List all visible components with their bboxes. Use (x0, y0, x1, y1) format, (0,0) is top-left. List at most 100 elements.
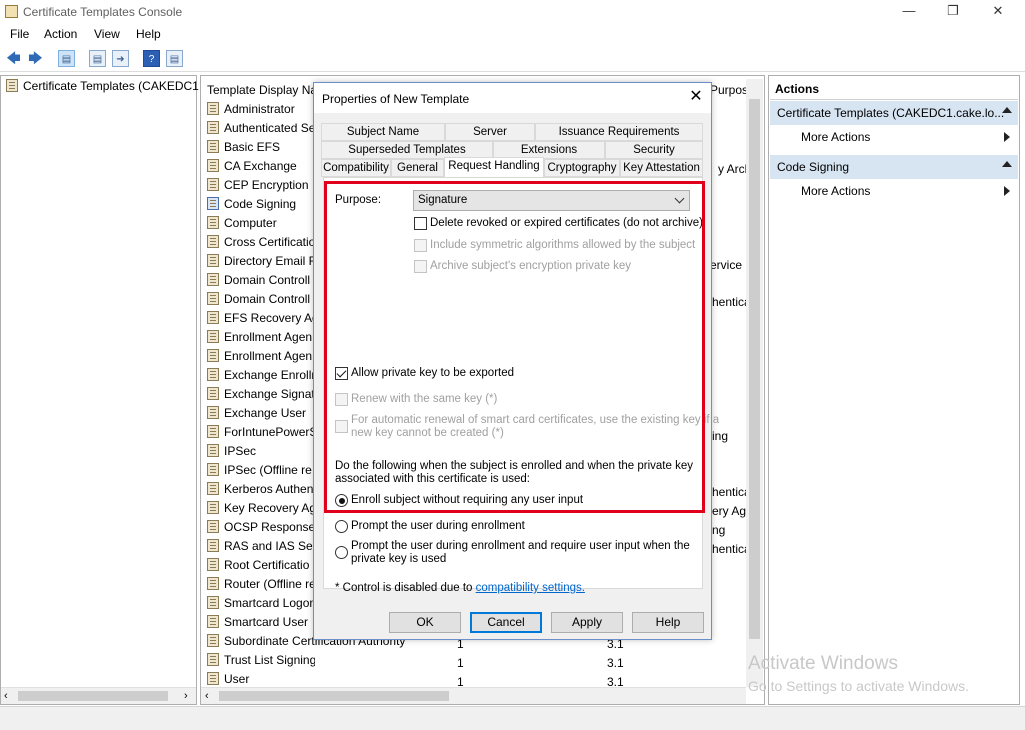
certificate-template-icon (207, 121, 219, 134)
highlight-box (324, 181, 705, 513)
prompt-user-radio[interactable] (335, 520, 348, 533)
tab-request-handling[interactable]: Request Handling (444, 157, 544, 177)
certificate-template-icon (207, 254, 219, 267)
certificate-templates-icon (6, 79, 18, 92)
list-item[interactable]: Administrator (207, 102, 315, 121)
list-item[interactable]: Trust List Signing (207, 653, 315, 672)
list-item[interactable]: IPSec (207, 444, 315, 463)
prompt-user-label: Prompt the user during enrollment (351, 520, 525, 532)
toolbar: 🡄 🡆 ▤ ▤ ➜ ? ▤ (0, 46, 1025, 72)
list-item-name: CA Exchange (224, 159, 297, 173)
list-fragment: ng (712, 523, 726, 537)
list-item[interactable]: EFS Recovery Ag (207, 311, 315, 330)
tree-hscrollbar[interactable]: ‹ › (1, 687, 196, 704)
list-vscroll-thumb[interactable] (749, 99, 760, 639)
menu-view[interactable]: View (94, 27, 120, 41)
list-item[interactable]: RAS and IAS Serv (207, 539, 315, 558)
tab-server[interactable]: Server (445, 123, 535, 141)
list-item[interactable]: CA Exchange (207, 159, 315, 178)
list-item[interactable]: ForIntunePowerS (207, 425, 315, 444)
collapse-up-icon[interactable] (1002, 161, 1012, 167)
list-item[interactable]: Smartcard Logon (207, 596, 315, 615)
tab-issuance-requirements[interactable]: Issuance Requirements (535, 123, 703, 141)
list-hscroll-thumb[interactable] (219, 691, 449, 701)
scroll-thumb[interactable] (18, 691, 168, 701)
menu-action[interactable]: Action (44, 27, 77, 41)
list-item[interactable]: Exchange Signatu (207, 387, 315, 406)
list-item[interactable]: Computer (207, 216, 315, 235)
activation-watermark-subtext: Go to Settings to activate Windows. (748, 678, 969, 694)
tab-cryptography[interactable]: Cryptography (544, 159, 620, 177)
list-item-name: Smartcard User (224, 615, 309, 629)
scroll-right-icon[interactable]: › (184, 690, 188, 702)
tab-key-attestation[interactable]: Key Attestation (620, 159, 703, 177)
cancel-button[interactable]: Cancel (470, 612, 542, 633)
apply-button[interactable]: Apply (551, 612, 623, 633)
menu-file[interactable]: File (10, 27, 29, 41)
certificate-template-icon (207, 330, 219, 343)
scroll-left-icon[interactable]: ‹ (205, 690, 209, 702)
window-titlebar: Certificate Templates Console — ❐ ✕ (0, 0, 1025, 24)
dialog-title: Properties of New Template (322, 92, 470, 106)
list-item[interactable]: Domain Controll (207, 273, 315, 292)
list-item[interactable]: Domain Controll (207, 292, 315, 311)
properties-icon[interactable]: ▤ (89, 50, 106, 67)
list-item[interactable]: Smartcard User (207, 615, 315, 634)
list-item-name: EFS Recovery Ag (224, 311, 315, 325)
list-item[interactable]: Router (Offline re (207, 577, 315, 596)
actions-section-code-signing[interactable]: Code Signing (770, 155, 1018, 179)
list-item-name: IPSec (Offline re (224, 463, 312, 477)
list-hscrollbar[interactable]: ‹ (201, 687, 746, 704)
list-item[interactable]: Enrollment Agen (207, 349, 315, 368)
list-item[interactable]: IPSec (Offline re (207, 463, 315, 482)
certificate-template-icon (207, 387, 219, 400)
list-item[interactable]: Exchange Enrollm (207, 368, 315, 387)
column-header-purpose[interactable]: Purpos (710, 83, 748, 97)
compatibility-settings-link[interactable]: compatibility settings. (476, 582, 585, 594)
list-item-name: Router (Offline re (224, 577, 315, 591)
list-item[interactable]: Kerberos Authen (207, 482, 315, 501)
list-item[interactable]: CEP Encryption (207, 178, 315, 197)
list-item[interactable]: Authenticated Se (207, 121, 315, 140)
collapse-up-icon[interactable] (1002, 107, 1012, 113)
more-actions-link[interactable]: More Actions (801, 184, 870, 198)
list-item[interactable]: Directory Email R (207, 254, 315, 273)
list-vscrollbar[interactable] (746, 79, 763, 687)
tab-security[interactable]: Security (605, 141, 703, 159)
close-window-button[interactable]: ✕ (988, 3, 1008, 21)
column-header-name[interactable]: Template Display Na (207, 83, 317, 97)
list-item[interactable]: Enrollment Agen (207, 330, 315, 349)
forward-arrow-icon[interactable]: 🡆 (27, 50, 44, 67)
show-hide-tree-icon[interactable]: ▤ (58, 50, 75, 67)
scroll-left-icon[interactable]: ‹ (4, 690, 8, 702)
back-arrow-icon[interactable]: 🡄 (5, 50, 22, 67)
tab-compatibility[interactable]: Compatibility (321, 159, 391, 177)
certificate-template-icon (207, 349, 219, 362)
list-item-name: Exchange Enrollm (224, 368, 315, 382)
tree-root-label: Certificate Templates (CAKEDC1 (23, 79, 199, 93)
list-item[interactable]: Root Certificatio (207, 558, 315, 577)
restore-button[interactable]: ❐ (943, 3, 963, 21)
more-actions-link[interactable]: More Actions (801, 130, 870, 144)
help-button[interactable]: Help (632, 612, 704, 633)
tree-root-item[interactable]: Certificate Templates (CAKEDC1 (6, 79, 199, 93)
actions-section-certificate-templates[interactable]: Certificate Templates (CAKEDC1.cake.lo..… (770, 101, 1018, 125)
menu-help[interactable]: Help (136, 27, 161, 41)
prompt-require-input-radio[interactable] (335, 546, 348, 559)
list-item-name: Enrollment Agen (224, 330, 313, 344)
list-item[interactable]: Code Signing (207, 197, 315, 216)
list-item[interactable]: Basic EFS (207, 140, 315, 159)
tab-subject-name[interactable]: Subject Name (321, 123, 445, 141)
list-item[interactable]: OCSP Response S (207, 520, 315, 539)
list-item-name: Trust List Signing (224, 653, 315, 667)
dialog-close-icon[interactable]: ✕ (686, 87, 706, 107)
export-list-icon[interactable]: ➜ (112, 50, 129, 67)
minimize-button[interactable]: — (899, 3, 919, 21)
list-item[interactable]: Exchange User (207, 406, 315, 425)
list-item[interactable]: Key Recovery Ag (207, 501, 315, 520)
list-item[interactable]: Cross Certificatio (207, 235, 315, 254)
ok-button[interactable]: OK (389, 612, 461, 633)
tab-general[interactable]: General (391, 159, 444, 177)
help-icon[interactable]: ? (143, 50, 160, 67)
action-pane-icon[interactable]: ▤ (166, 50, 183, 67)
